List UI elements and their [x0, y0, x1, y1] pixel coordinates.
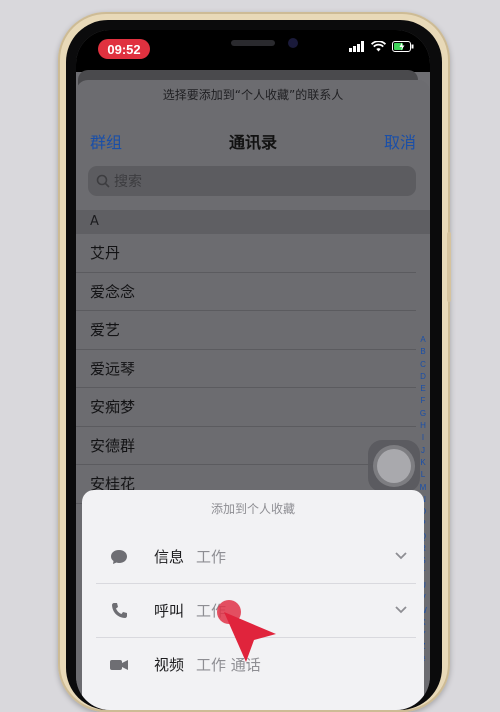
index-letter[interactable]: J	[421, 445, 425, 457]
page-title: 通讯录	[228, 133, 277, 152]
side-button	[447, 232, 451, 302]
chevron-down-icon	[395, 606, 407, 614]
video-icon	[110, 660, 128, 670]
index-letter[interactable]: M	[420, 482, 427, 494]
action-detail: 工作	[196, 548, 227, 566]
status-icons	[349, 41, 414, 52]
index-letter[interactable]: K	[420, 457, 425, 469]
assistive-touch-knob	[377, 449, 411, 483]
add-favorite-sheet: 添加到个人收藏 信息 工作 呼叫 工作 视频 工作 通话	[82, 490, 424, 710]
action-label: 视频	[154, 656, 185, 674]
signal-icon	[349, 41, 364, 52]
picker-prompt: 选择要添加到“个人收藏”的联系人	[162, 88, 344, 102]
pointer-arrow-icon	[224, 612, 276, 662]
search-input[interactable]: 搜索	[88, 166, 416, 196]
index-letter[interactable]: B	[420, 346, 425, 358]
index-letter[interactable]: C	[420, 359, 426, 371]
list-item[interactable]: 爱远琴	[76, 350, 416, 388]
list-item[interactable]: 安德群	[76, 427, 416, 465]
wifi-icon	[371, 41, 386, 52]
section-header: A	[76, 210, 430, 234]
index-letter[interactable]: E	[420, 383, 425, 395]
action-label: 信息	[154, 548, 185, 566]
phone-icon	[112, 603, 127, 618]
index-letter[interactable]: A	[420, 334, 425, 346]
search-placeholder: 搜索	[114, 174, 142, 190]
status-bar: 09:52	[76, 30, 430, 72]
index-letter[interactable]: F	[421, 395, 426, 407]
index-letter[interactable]: D	[420, 371, 426, 383]
assistive-touch-button[interactable]	[368, 440, 420, 492]
action-message[interactable]: 信息 工作	[96, 530, 416, 584]
list-item[interactable]: 艾丹	[76, 234, 416, 273]
message-icon	[111, 550, 127, 564]
search-icon	[96, 174, 110, 188]
action-label: 呼叫	[154, 602, 185, 620]
cancel-button[interactable]: 取消	[384, 129, 416, 153]
speaker-grille	[231, 40, 275, 46]
list-item[interactable]: 爱艺	[76, 311, 416, 350]
index-letter[interactable]: I	[422, 432, 424, 444]
index-letter[interactable]: G	[420, 408, 426, 420]
status-time: 09:52	[98, 39, 150, 59]
index-letter[interactable]: L	[421, 469, 425, 481]
list-item[interactable]: 安痴梦	[76, 388, 416, 427]
front-camera	[288, 38, 298, 48]
contact-list: 艾丹 爱念念 爱艺 爱远琴 安痴梦 安德群 安桂花	[76, 234, 416, 504]
sheet-title: 添加到个人收藏	[210, 502, 295, 516]
nav-bar: 群组 通讯录 取消	[76, 124, 430, 154]
battery-charging-icon	[392, 41, 414, 52]
index-letter[interactable]: H	[420, 420, 426, 432]
list-item[interactable]: 爱念念	[76, 273, 416, 311]
chevron-down-icon	[395, 552, 407, 560]
